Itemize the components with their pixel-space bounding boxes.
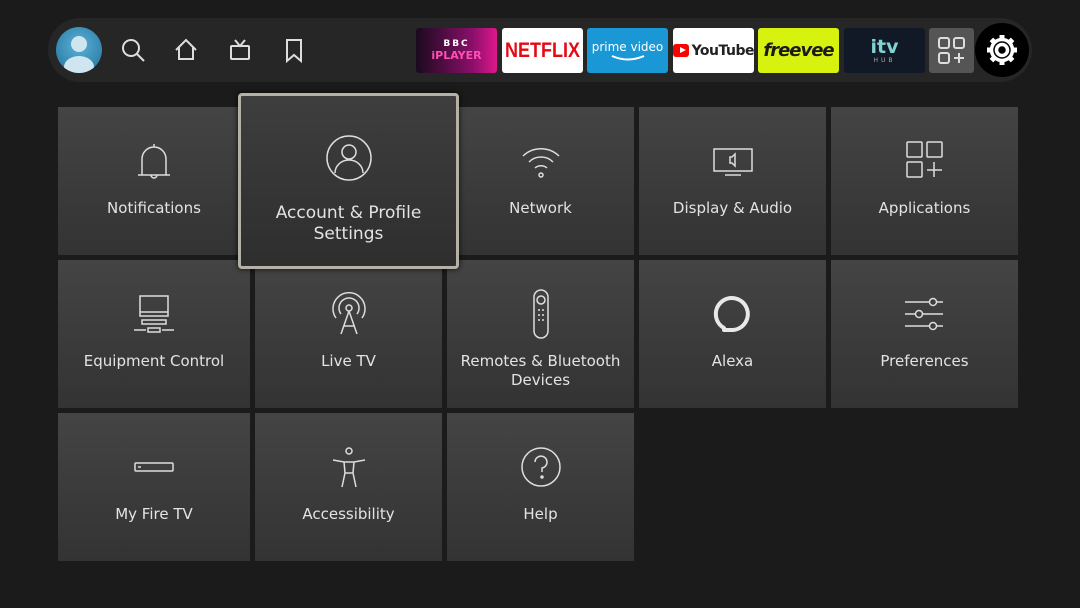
wifi-icon [519, 139, 563, 183]
tile-label: Display & Audio [672, 199, 793, 217]
tile-live-tv[interactable]: Live TV [255, 260, 442, 408]
app-youtube[interactable]: YouTube [673, 28, 754, 73]
tile-remotes-bluetooth[interactable]: Remotes & Bluetooth Devices [447, 260, 634, 408]
tile-equipment-control[interactable]: Equipment Control [58, 260, 250, 408]
gear-icon[interactable] [975, 23, 1029, 77]
app-itv-hub[interactable]: itv HUB [844, 28, 925, 73]
applications-icon [903, 139, 947, 183]
youtube-play-icon [673, 44, 689, 57]
app-bbc-iplayer[interactable]: BBC iPLAYER [416, 28, 497, 73]
tv-equipment-icon [132, 292, 176, 336]
user-circle-icon [325, 134, 373, 182]
hub-logo-text: HUB [873, 56, 896, 64]
app-netflix[interactable]: NETFLIX [502, 28, 583, 73]
prime-video-logo-text: prime video [591, 39, 664, 54]
tile-label: Live TV [321, 352, 376, 370]
profile-avatar[interactable] [56, 27, 102, 73]
tile-notifications[interactable]: Notifications [58, 107, 250, 255]
freevee-logo-text: freevee [763, 40, 834, 61]
tile-preferences[interactable]: Preferences [831, 260, 1018, 408]
bookmark-icon[interactable] [280, 36, 308, 64]
bell-icon [132, 139, 176, 183]
antenna-icon [327, 291, 371, 336]
tile-alexa[interactable]: Alexa [639, 260, 826, 408]
alexa-icon [711, 292, 755, 336]
apps-grid-icon[interactable] [929, 28, 974, 73]
tile-label: Remotes & Bluetooth Devices [460, 352, 621, 389]
sliders-icon [903, 292, 947, 336]
search-icon[interactable] [119, 36, 147, 64]
help-icon [519, 445, 563, 489]
tile-network[interactable]: Network [447, 107, 634, 255]
iplayer-logo-text: iPLAYER [431, 49, 482, 62]
display-audio-icon [711, 139, 755, 183]
tile-my-fire-tv[interactable]: My Fire TV [58, 413, 250, 561]
tile-label: Account & Profile Settings [275, 203, 422, 244]
tile-label: Help [523, 505, 558, 523]
netflix-logo-text: NETFLIX [505, 37, 580, 62]
live-tv-icon[interactable] [226, 36, 254, 64]
tile-account-profile-settings[interactable]: Account & Profile Settings [238, 93, 459, 269]
tile-label: Notifications [107, 199, 201, 217]
home-icon[interactable] [172, 36, 200, 64]
tile-accessibility[interactable]: Accessibility [255, 413, 442, 561]
tile-label: Alexa [711, 352, 754, 370]
tile-display-audio[interactable]: Display & Audio [639, 107, 826, 255]
tile-help[interactable]: Help [447, 413, 634, 561]
tile-label: Accessibility [302, 505, 395, 523]
bbc-logo-text: BBC [443, 39, 470, 49]
tile-label: Network [509, 199, 572, 217]
app-prime-video[interactable]: prime video [587, 28, 668, 73]
app-freevee[interactable]: freevee [758, 28, 839, 73]
accessibility-icon [327, 445, 371, 489]
tile-label: Preferences [880, 352, 969, 370]
tile-label: My Fire TV [115, 505, 193, 523]
fire-tv-stick-icon [132, 445, 176, 489]
youtube-logo-text: YouTube [691, 42, 754, 59]
remote-icon [519, 288, 563, 340]
tile-applications[interactable]: Applications [831, 107, 1018, 255]
tile-label: Equipment Control [83, 352, 225, 370]
itv-logo-text: itv [870, 35, 899, 58]
tile-label: Applications [878, 199, 971, 217]
